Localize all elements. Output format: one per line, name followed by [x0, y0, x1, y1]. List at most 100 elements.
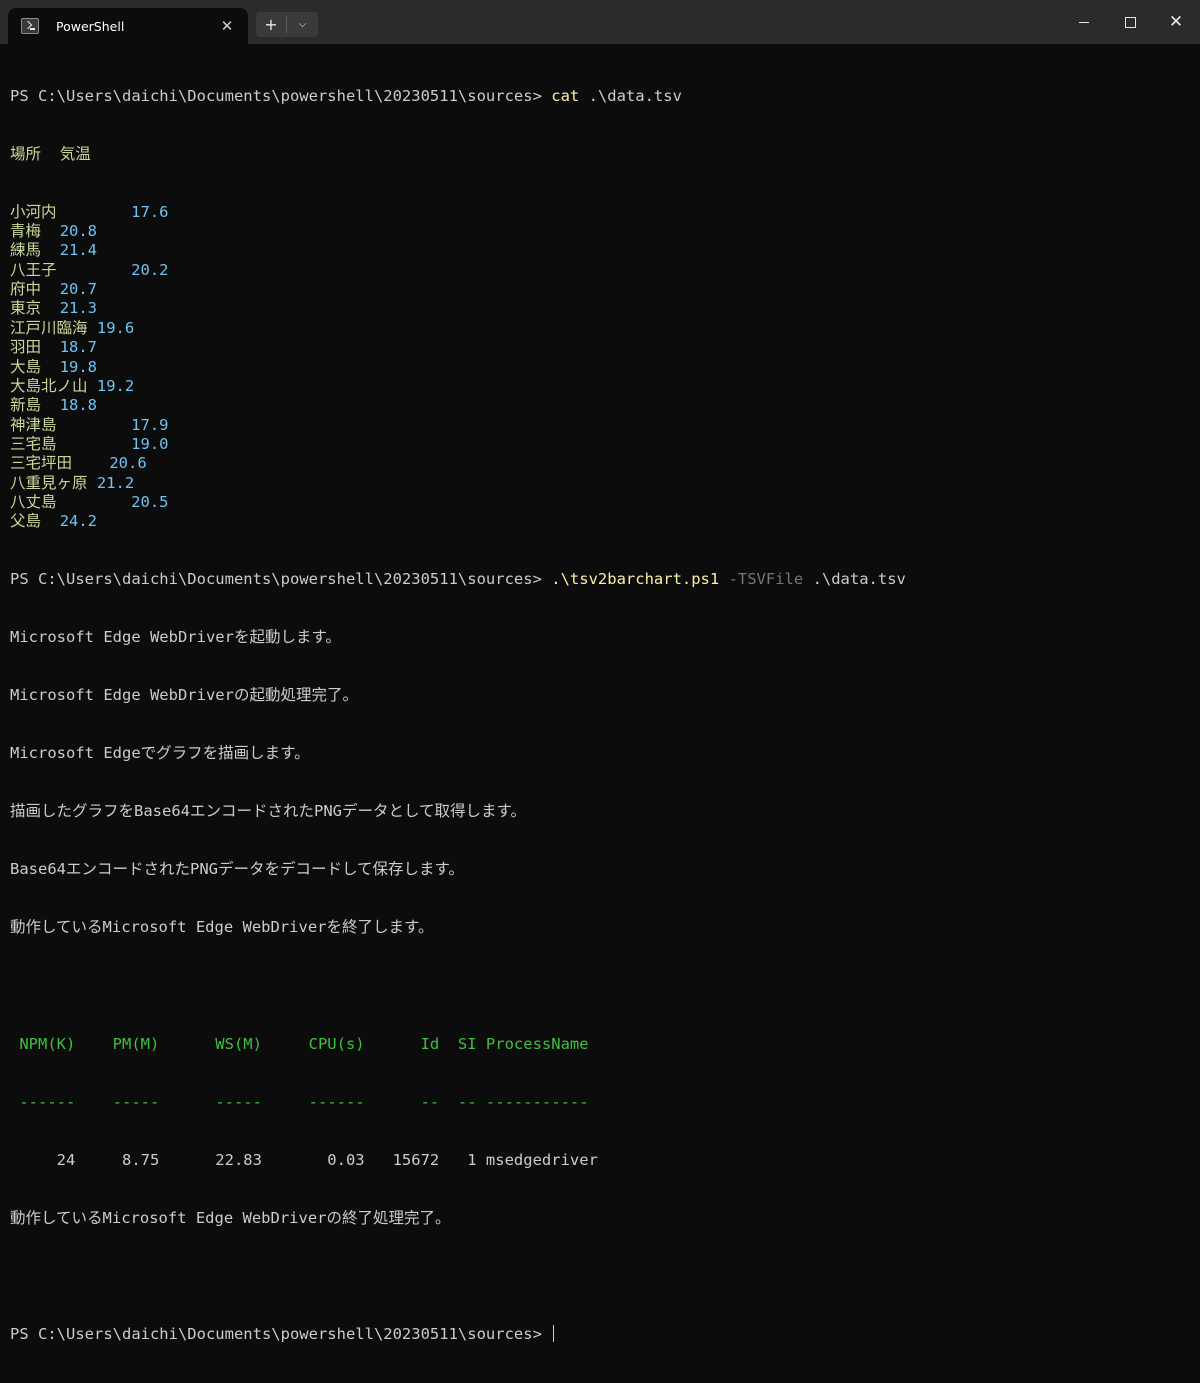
message-line: 動作しているMicrosoft Edge WebDriverを終了します。	[10, 918, 434, 937]
tsv-temperature: 20.8	[59, 222, 98, 241]
tsv-sep	[57, 203, 132, 221]
terminal-window: PowerShell ✕ + ⌵ ✕ PS C:\Users\daichi\Do…	[0, 0, 1200, 1343]
powershell-icon	[21, 18, 39, 34]
tsv-temperature: 21.4	[59, 241, 98, 260]
tsv-rows: 小河内 17.6 青梅 20.8 練馬 21.4 八王子 20.2 府中 20.7 東京 …	[10, 203, 1190, 532]
tsv-temperature: 19.2	[96, 376, 135, 395]
tsv-temperature: 21.2	[96, 473, 135, 492]
message-line: 動作しているMicrosoft Edge WebDriverの終了処理完了。	[10, 1208, 451, 1227]
prompt: PS C:\Users\daichi\Documents\powershell\…	[10, 570, 552, 589]
tsv-location: 小河内	[10, 202, 57, 221]
minimize-icon	[1079, 21, 1089, 23]
tsv-row: 三宅島 19.0	[10, 435, 1190, 454]
tsv-sep	[57, 493, 132, 511]
command: .\tsv2barchart.ps1	[551, 570, 720, 589]
tab-title: PowerShell	[56, 18, 125, 34]
message-line: Microsoft Edge WebDriverの起動処理完了。	[10, 686, 358, 705]
tsv-row: 府中 20.7	[10, 280, 1190, 299]
process-table-header: NPM(K) PM(M) WS(M) CPU(s) Id SI ProcessN…	[10, 1034, 589, 1053]
tsv-temperature: 19.6	[96, 318, 135, 337]
tsv-row: 練馬 21.4	[10, 241, 1190, 260]
tsv-row: 八重見ヶ原 21.2	[10, 474, 1190, 493]
tsv-temperature: 17.6	[131, 202, 169, 221]
tsv-sep	[57, 435, 132, 453]
tsv-row: 三宅坪田 20.6	[10, 454, 1190, 473]
tsv-temperature: 18.8	[59, 396, 98, 415]
message-line: 描画したグラフをBase64エンコードされたPNGデータとして取得します。	[10, 802, 526, 821]
tab-powershell[interactable]: PowerShell ✕	[8, 8, 248, 44]
message-line: Microsoft Edgeでグラフを描画します。	[10, 744, 310, 763]
tsv-location: 青梅	[10, 222, 42, 241]
tsv-sep	[88, 377, 97, 395]
tsv-temperature: 20.7	[59, 280, 98, 299]
tsv-location: 練馬	[10, 241, 42, 260]
tsv-location: 江戸川臨海	[10, 318, 88, 337]
tsv-temperature: 21.3	[59, 299, 98, 318]
tsv-sep	[41, 358, 60, 376]
tsv-row: 新島 18.8	[10, 396, 1190, 415]
tsv-temperature: 24.2	[59, 512, 98, 531]
tsv-location: 父島	[10, 512, 42, 531]
tsv-row: 青梅 20.8	[10, 222, 1190, 241]
tsv-temperature: 20.2	[131, 260, 169, 279]
tsv-sep	[41, 222, 60, 240]
terminal-output[interactable]: PS C:\Users\daichi\Documents\powershell\…	[10, 48, 1190, 1343]
tsv-sep	[41, 299, 60, 317]
maximize-icon	[1124, 16, 1136, 28]
tsv-temperature: 20.6	[109, 454, 147, 473]
tsv-temperature: 19.0	[131, 434, 169, 453]
tsv-row: 八丈島 20.5	[10, 493, 1190, 512]
tsv-header-line: 場所 気温	[10, 145, 1190, 164]
command-args: .\data.tsv	[579, 86, 682, 105]
tsv-sep	[41, 396, 60, 414]
tsv-row: 江戸川臨海 19.6	[10, 319, 1190, 338]
tsv-location: 八王子	[10, 260, 57, 279]
tsv-sep	[57, 261, 132, 279]
close-button[interactable]: ✕	[1153, 0, 1199, 44]
tsv-sep	[41, 241, 60, 259]
tsv-location: 大島北ノ山	[10, 376, 88, 395]
command-args: .\data.tsv	[803, 570, 906, 589]
text-cursor	[553, 1324, 555, 1342]
new-tab-group: + ⌵	[256, 12, 318, 37]
tsv-sep	[57, 416, 132, 434]
tsv-sep	[72, 454, 109, 472]
tsv-temperature: 19.8	[59, 357, 98, 376]
tsv-location: 大島	[10, 357, 42, 376]
tsv-row: 羽田 18.7	[10, 338, 1190, 357]
tsv-location: 八丈島	[10, 492, 57, 511]
title-bar[interactable]: PowerShell ✕ + ⌵ ✕	[0, 0, 1200, 44]
profile-dropdown-button[interactable]: ⌵	[287, 12, 318, 37]
tsv-location: 神津島	[10, 415, 57, 434]
tsv-row: 父島 24.2	[10, 512, 1190, 531]
tsv-row: 神津島 17.9	[10, 416, 1190, 435]
tsv-row: 東京 21.3	[10, 299, 1190, 318]
tsv-location: 三宅坪田	[10, 454, 73, 473]
prompt-line: PS C:\Users\daichi\Documents\powershell\…	[10, 570, 1190, 589]
tsv-temperature: 17.9	[131, 415, 169, 434]
tab-close-icon[interactable]: ✕	[216, 17, 238, 35]
tsv-location: 三宅島	[10, 434, 57, 453]
minimize-button[interactable]	[1061, 0, 1107, 44]
tsv-sep	[88, 474, 97, 492]
prompt: PS C:\Users\daichi\Documents\powershell\…	[10, 1324, 552, 1343]
tsv-row: 八王子 20.2	[10, 261, 1190, 280]
tsv-location: 府中	[10, 280, 42, 299]
message-line: Microsoft Edge WebDriverを起動します。	[10, 628, 341, 647]
tsv-temperature: 18.7	[59, 338, 98, 357]
process-table-dashes: ------ ----- ----- ------ -- -- --------…	[10, 1092, 589, 1111]
new-tab-button[interactable]: +	[256, 12, 286, 37]
tsv-header-loc: 場所	[10, 144, 42, 163]
tsv-sep	[41, 338, 60, 356]
message-line: Base64エンコードされたPNGデータをデコードして保存します。	[10, 860, 464, 879]
process-table-row: 24 8.75 22.83 0.03 15672 1 msedgedriver	[10, 1150, 598, 1169]
tsv-location: 八重見ヶ原	[10, 473, 88, 492]
prompt-line: PS C:\Users\daichi\Documents\powershell\…	[10, 87, 1190, 106]
tsv-location: 新島	[10, 396, 42, 415]
tsv-sep	[88, 319, 97, 337]
maximize-button[interactable]	[1107, 0, 1153, 44]
tsv-sep	[41, 512, 60, 530]
tsv-sep	[41, 145, 60, 163]
